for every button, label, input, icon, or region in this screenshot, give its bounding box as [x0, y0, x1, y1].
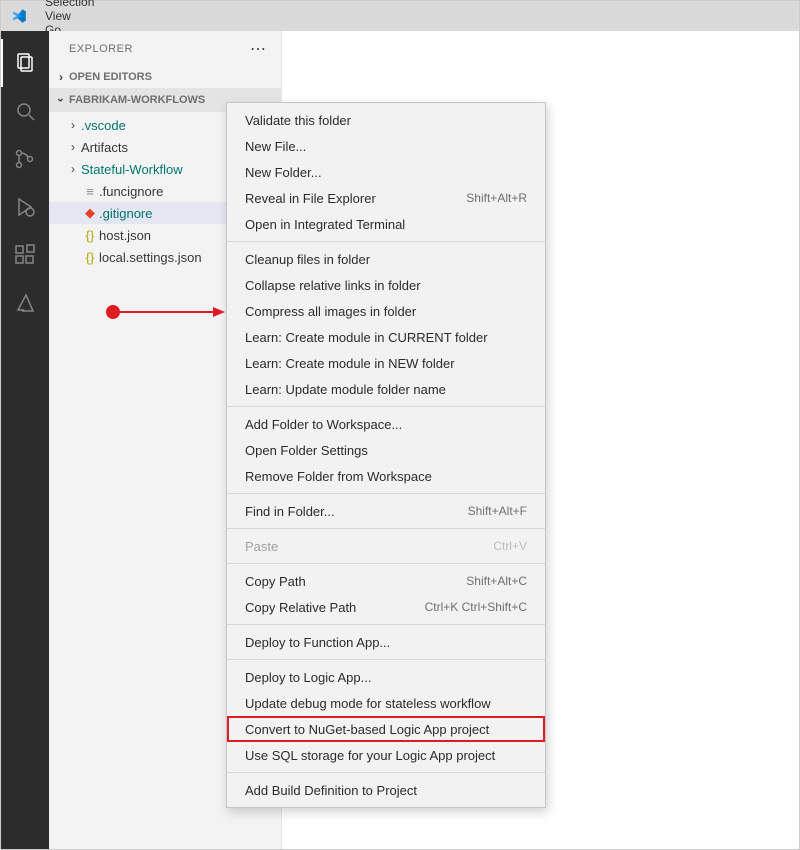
- menu-item-shortcut: Ctrl+V: [493, 539, 527, 553]
- open-editors-header[interactable]: › OPEN EDITORS: [49, 66, 281, 88]
- tree-item-label: .gitignore: [99, 206, 152, 221]
- lines-icon: ≡: [81, 184, 99, 199]
- vscode-logo-icon: [11, 8, 27, 24]
- menu-item-label: Update debug mode for stateless workflow: [245, 696, 491, 711]
- more-actions-icon[interactable]: ⋯: [250, 39, 267, 59]
- activitybar: [1, 31, 49, 849]
- menu-item-new-folder[interactable]: New Folder...: [227, 159, 545, 185]
- tree-item-label: host.json: [99, 228, 151, 243]
- menu-item-copy-path[interactable]: Copy Path Shift+Alt+C: [227, 568, 545, 594]
- menu-item-label: Validate this folder: [245, 113, 351, 128]
- menu-item-label: Cleanup files in folder: [245, 252, 370, 267]
- menu-item-label: Compress all images in folder: [245, 304, 416, 319]
- menu-item-use-sql-storage-for-your-logic-app-project[interactable]: Use SQL storage for your Logic App proje…: [227, 742, 545, 768]
- menu-item-convert-to-nuget-based-logic-app-project[interactable]: Convert to NuGet-based Logic App project: [227, 716, 545, 742]
- menu-item-update-debug-mode-for-stateless-workflow[interactable]: Update debug mode for stateless workflow: [227, 690, 545, 716]
- menu-item-label: Deploy to Logic App...: [245, 670, 371, 685]
- menu-item-open-folder-settings[interactable]: Open Folder Settings: [227, 437, 545, 463]
- menu-item-add-folder-to-workspace[interactable]: Add Folder to Workspace...: [227, 411, 545, 437]
- chevron-right-icon: ›: [65, 118, 81, 132]
- menu-item-label: Collapse relative links in folder: [245, 278, 421, 293]
- activity-run-icon[interactable]: [1, 183, 49, 231]
- menu-item-label: New File...: [245, 139, 306, 154]
- activity-azure-icon[interactable]: [1, 279, 49, 327]
- menu-item-label: Copy Path: [245, 574, 306, 589]
- menu-item-label: Learn: Create module in CURRENT folder: [245, 330, 488, 345]
- menu-item-open-in-integrated-terminal[interactable]: Open in Integrated Terminal: [227, 211, 545, 237]
- chevron-right-icon: ›: [53, 70, 69, 84]
- menu-item-deploy-to-function-app[interactable]: Deploy to Function App...: [227, 629, 545, 655]
- menu-item-copy-relative-path[interactable]: Copy Relative Path Ctrl+K Ctrl+Shift+C: [227, 594, 545, 620]
- braces-icon: {}: [81, 250, 99, 265]
- menu-item-learn-update-module-folder-name[interactable]: Learn: Update module folder name: [227, 376, 545, 402]
- menu-item-label: New Folder...: [245, 165, 322, 180]
- menu-item-label: Find in Folder...: [245, 504, 335, 519]
- menubar: FileEditSelectionViewGoTerminalHelp: [1, 1, 799, 31]
- diamond-icon: ◆: [81, 205, 99, 221]
- menu-item-remove-folder-from-workspace[interactable]: Remove Folder from Workspace: [227, 463, 545, 489]
- menu-item-cleanup-files-in-folder[interactable]: Cleanup files in folder: [227, 246, 545, 272]
- sidebar-title-label: EXPLORER: [69, 43, 133, 55]
- tree-item-label: local.settings.json: [99, 250, 202, 265]
- menu-item-paste: Paste Ctrl+V: [227, 533, 545, 559]
- menu-item-label: Add Folder to Workspace...: [245, 417, 402, 432]
- tree-item-label: Artifacts: [81, 140, 128, 155]
- menu-item-shortcut: Shift+Alt+C: [466, 574, 527, 588]
- menu-selection[interactable]: Selection: [37, 0, 102, 9]
- menu-item-collapse-relative-links-in-folder[interactable]: Collapse relative links in folder: [227, 272, 545, 298]
- menu-item-reveal-in-file-explorer[interactable]: Reveal in File Explorer Shift+Alt+R: [227, 185, 545, 211]
- chevron-right-icon: ›: [65, 162, 81, 176]
- menu-item-label: Paste: [245, 539, 278, 554]
- sidebar-title: EXPLORER ⋯: [49, 31, 281, 66]
- menu-item-label: Convert to NuGet-based Logic App project: [245, 722, 489, 737]
- menu-view[interactable]: View: [37, 9, 102, 23]
- menu-item-shortcut: Shift+Alt+R: [466, 191, 527, 205]
- activity-scm-icon[interactable]: [1, 135, 49, 183]
- menu-item-learn-create-module-in-current-folder[interactable]: Learn: Create module in CURRENT folder: [227, 324, 545, 350]
- open-editors-label: OPEN EDITORS: [69, 71, 152, 83]
- menu-item-new-file[interactable]: New File...: [227, 133, 545, 159]
- menu-item-validate-this-folder[interactable]: Validate this folder: [227, 107, 545, 133]
- tree-item-label: .funcignore: [99, 184, 163, 199]
- menu-item-learn-create-module-in-new-folder[interactable]: Learn: Create module in NEW folder: [227, 350, 545, 376]
- menu-item-shortcut: Shift+Alt+F: [468, 504, 527, 518]
- menu-item-label: Open Folder Settings: [245, 443, 368, 458]
- activity-extensions-icon[interactable]: [1, 231, 49, 279]
- tree-item-label: .vscode: [81, 118, 126, 133]
- context-menu: Validate this folder New File... New Folde…: [226, 102, 546, 808]
- menu-item-deploy-to-logic-app[interactable]: Deploy to Logic App...: [227, 664, 545, 690]
- menu-item-label: Deploy to Function App...: [245, 635, 390, 650]
- chevron-down-icon: ›: [54, 92, 68, 108]
- braces-icon: {}: [81, 228, 99, 243]
- menu-item-find-in-folder[interactable]: Find in Folder... Shift+Alt+F: [227, 498, 545, 524]
- menu-item-label: Open in Integrated Terminal: [245, 217, 405, 232]
- chevron-right-icon: ›: [65, 140, 81, 154]
- menu-item-shortcut: Ctrl+K Ctrl+Shift+C: [425, 600, 527, 614]
- activity-search-icon[interactable]: [1, 87, 49, 135]
- menu-item-label: Learn: Create module in NEW folder: [245, 356, 455, 371]
- menu-item-label: Copy Relative Path: [245, 600, 356, 615]
- menu-item-compress-all-images-in-folder[interactable]: Compress all images in folder: [227, 298, 545, 324]
- menu-item-label: Reveal in File Explorer: [245, 191, 376, 206]
- menu-item-label: Use SQL storage for your Logic App proje…: [245, 748, 495, 763]
- menu-item-label: Add Build Definition to Project: [245, 783, 417, 798]
- workspace-label: FABRIKAM-WORKFLOWS: [69, 94, 205, 106]
- tree-item-label: Stateful-Workflow: [81, 162, 183, 177]
- menu-item-label: Remove Folder from Workspace: [245, 469, 432, 484]
- menu-item-label: Learn: Update module folder name: [245, 382, 446, 397]
- activity-explorer-icon[interactable]: [1, 39, 49, 87]
- menu-item-add-build-definition-to-project[interactable]: Add Build Definition to Project: [227, 777, 545, 803]
